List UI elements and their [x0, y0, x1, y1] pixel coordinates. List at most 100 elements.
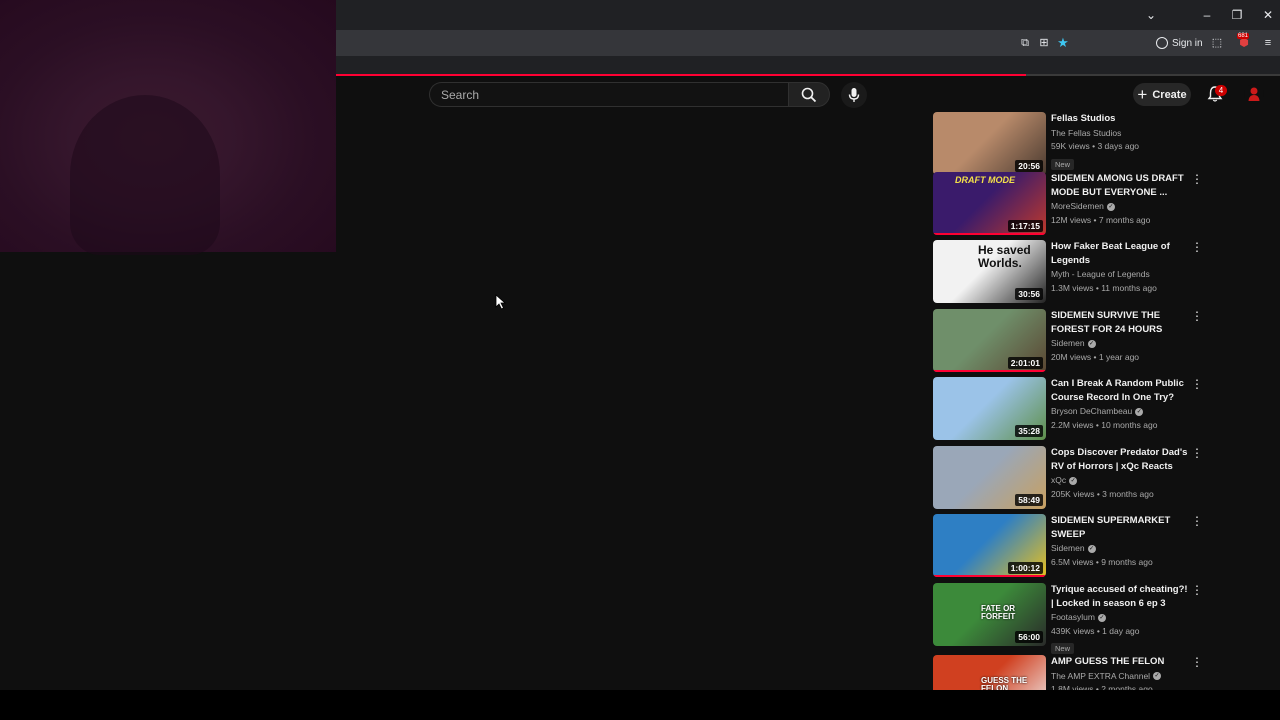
restore-icon[interactable]: ❐ — [1228, 6, 1246, 24]
channel-name[interactable]: Bryson DeChambeau — [1051, 405, 1132, 419]
thumbnail-overlay-text: DRAFT MODE — [955, 175, 1015, 185]
verified-icon: ✓ — [1135, 407, 1144, 416]
channel-line: MoreSidemen ✓ — [1051, 200, 1191, 214]
channel-name[interactable]: The Fellas Studios — [1051, 127, 1121, 141]
video-stats: 12M views • 7 months ago — [1051, 214, 1151, 225]
video-item[interactable]: 35:28 Can I Break A Random Public Course … — [933, 377, 1213, 441]
video-metadata: SIDEMEN SURVIVE THE FOREST FOR 24 HOURS S… — [1051, 309, 1191, 364]
star-icon[interactable]: ★ — [1055, 35, 1071, 51]
channel-line: Myth - League of Legends — [1051, 268, 1191, 282]
sign-in-label: Sign in — [1172, 37, 1203, 49]
search-box[interactable] — [429, 82, 788, 107]
video-duration: 30:56 — [1015, 288, 1043, 300]
video-item[interactable]: 2:01:01 SIDEMEN SURVIVE THE FOREST FOR 24… — [933, 309, 1213, 373]
more-actions-icon[interactable]: ⋮ — [1191, 583, 1203, 597]
thumbnail-overlay-text: He saved Worlds. — [978, 243, 1031, 270]
video-thumbnail[interactable]: 2:01:01 — [933, 309, 1046, 372]
webcam-person — [70, 95, 220, 255]
more-actions-icon[interactable]: ⋮ — [1191, 240, 1203, 254]
video-duration: 35:28 — [1015, 425, 1043, 437]
channel-name[interactable]: The AMP EXTRA Channel — [1051, 670, 1150, 684]
channel-name[interactable]: Sidemen — [1051, 542, 1085, 556]
video-item[interactable]: FATE OR FORFEIT 56:00 Tyrique accused of c… — [933, 583, 1213, 654]
video-item[interactable]: GUESS THE FELON AMP GUESS THE FELON The AM… — [933, 655, 1213, 690]
mouse-cursor-icon — [495, 294, 507, 310]
more-actions-icon[interactable]: ⋮ — [1191, 377, 1203, 391]
channel-line: xQc ✓ — [1051, 474, 1191, 488]
verified-icon: ✓ — [1069, 476, 1078, 485]
video-thumbnail[interactable]: 58:49 — [933, 446, 1046, 509]
video-stats: 205K views • 3 months ago — [1051, 488, 1154, 499]
search-icon — [801, 87, 817, 102]
video-item[interactable]: He saved Worlds. 30:56 How Faker Beat Leag… — [933, 240, 1213, 304]
watch-progress-bar — [933, 233, 1046, 235]
close-icon[interactable]: ✕ — [1259, 6, 1277, 24]
install-icon[interactable]: ⊞ — [1036, 35, 1052, 51]
video-title[interactable]: Tyrique accused of cheating?! | Locked i… — [1051, 583, 1191, 610]
video-thumbnail[interactable]: 35:28 — [933, 377, 1046, 440]
video-title[interactable]: SIDEMEN SUPERMARKET SWEEP — [1051, 514, 1191, 541]
video-metadata: Fellas Studios The Fellas Studios 59K view… — [1051, 112, 1191, 172]
verified-icon: ✓ — [1097, 613, 1106, 622]
loading-progress-track — [1026, 74, 1280, 76]
channel-line: Sidemen ✓ — [1051, 337, 1191, 351]
verified-icon: ✓ — [1153, 672, 1162, 681]
video-thumbnail[interactable]: 1:00:12 — [933, 514, 1046, 577]
video-title[interactable]: SIDEMEN AMONG US DRAFT MODE BUT EVERYONE… — [1051, 172, 1191, 199]
video-title[interactable]: AMP GUESS THE FELON — [1051, 655, 1191, 669]
minimize-icon[interactable]: – — [1198, 6, 1216, 24]
video-duration: 20:56 — [1015, 160, 1043, 172]
video-thumbnail[interactable]: FATE OR FORFEIT 56:00 — [933, 583, 1046, 646]
chevron-down-icon[interactable]: ⌄ — [1142, 6, 1160, 24]
new-badge: New — [1051, 158, 1075, 170]
video-thumbnail[interactable]: DRAFT MODE 1:17:15 — [933, 172, 1046, 235]
video-title[interactable]: Cops Discover Predator Dad's RV of Horro… — [1051, 446, 1191, 473]
video-item[interactable]: 20:56 Fellas Studios The Fellas Studios 59K… — [933, 112, 1213, 176]
video-stats: 59K views • 3 days ago — [1051, 141, 1140, 151]
search-button[interactable] — [788, 82, 830, 107]
channel-name[interactable]: xQc — [1051, 474, 1066, 488]
sign-in-button[interactable]: Sign in — [1156, 34, 1203, 52]
pip-icon[interactable]: ⧉ — [1017, 35, 1033, 51]
video-thumbnail[interactable]: GUESS THE FELON — [933, 655, 1046, 690]
search-input[interactable] — [430, 83, 788, 106]
video-thumbnail[interactable]: 20:56 — [933, 112, 1046, 175]
avatar[interactable] — [1244, 84, 1264, 104]
video-item[interactable]: DRAFT MODE 1:17:15 SIDEMEN AMONG US DRAFT … — [933, 172, 1213, 236]
channel-name[interactable]: Footasylum — [1051, 611, 1095, 625]
video-title[interactable]: SIDEMEN SURVIVE THE FOREST FOR 24 HOURS — [1051, 309, 1191, 336]
channel-name[interactable]: Sidemen — [1051, 337, 1085, 351]
thumbnail-overlay-text: FATE OR FORFEIT — [981, 604, 1016, 622]
watch-progress-bar — [933, 575, 1046, 577]
video-title[interactable]: How Faker Beat League of Legends — [1051, 240, 1191, 267]
video-metadata: Tyrique accused of cheating?! | Locked i… — [1051, 583, 1191, 656]
video-title[interactable]: Can I Break A Random Public Course Recor… — [1051, 377, 1191, 404]
channel-line: Bryson DeChambeau ✓ — [1051, 405, 1191, 419]
more-actions-icon[interactable]: ⋮ — [1191, 514, 1203, 528]
video-thumbnail[interactable]: He saved Worlds. 30:56 — [933, 240, 1046, 303]
extensions-icon[interactable]: ⬚ — [1209, 35, 1225, 51]
menu-icon[interactable]: ≡ — [1260, 35, 1276, 51]
video-metadata: AMP GUESS THE FELON The AMP EXTRA Channel… — [1051, 655, 1191, 690]
more-actions-icon[interactable]: ⋮ — [1191, 446, 1203, 460]
channel-name[interactable]: Myth - League of Legends — [1051, 268, 1150, 282]
channel-name[interactable]: MoreSidemen — [1051, 200, 1104, 214]
notifications-badge: 4 — [1215, 85, 1227, 96]
more-actions-icon[interactable]: ⋮ — [1191, 655, 1203, 669]
video-duration: 58:49 — [1015, 494, 1043, 506]
video-stats: 20M views • 1 year ago — [1051, 351, 1140, 362]
voice-search-button[interactable] — [841, 82, 867, 108]
channel-line: Footasylum ✓ — [1051, 611, 1191, 625]
create-button[interactable]: + Create — [1133, 83, 1191, 106]
more-actions-icon[interactable]: ⋮ — [1191, 309, 1203, 323]
verified-icon: ✓ — [1106, 202, 1115, 211]
webcam-overlay — [0, 0, 336, 255]
verified-icon: ✓ — [1087, 544, 1096, 553]
related-videos-list: 20:56 Fellas Studios The Fellas Studios 59K… — [933, 112, 1213, 690]
verified-icon: ✓ — [1087, 339, 1096, 348]
video-item[interactable]: 58:49 Cops Discover Predator Dad's RV of … — [933, 446, 1213, 510]
more-actions-icon[interactable]: ⋮ — [1191, 172, 1203, 186]
video-item[interactable]: 1:00:12 SIDEMEN SUPERMARKET SWEEP Sidemen ✓… — [933, 514, 1213, 578]
video-title[interactable]: Fellas Studios — [1051, 112, 1191, 126]
thumbnail-overlay-text: GUESS THE FELON — [981, 676, 1028, 690]
